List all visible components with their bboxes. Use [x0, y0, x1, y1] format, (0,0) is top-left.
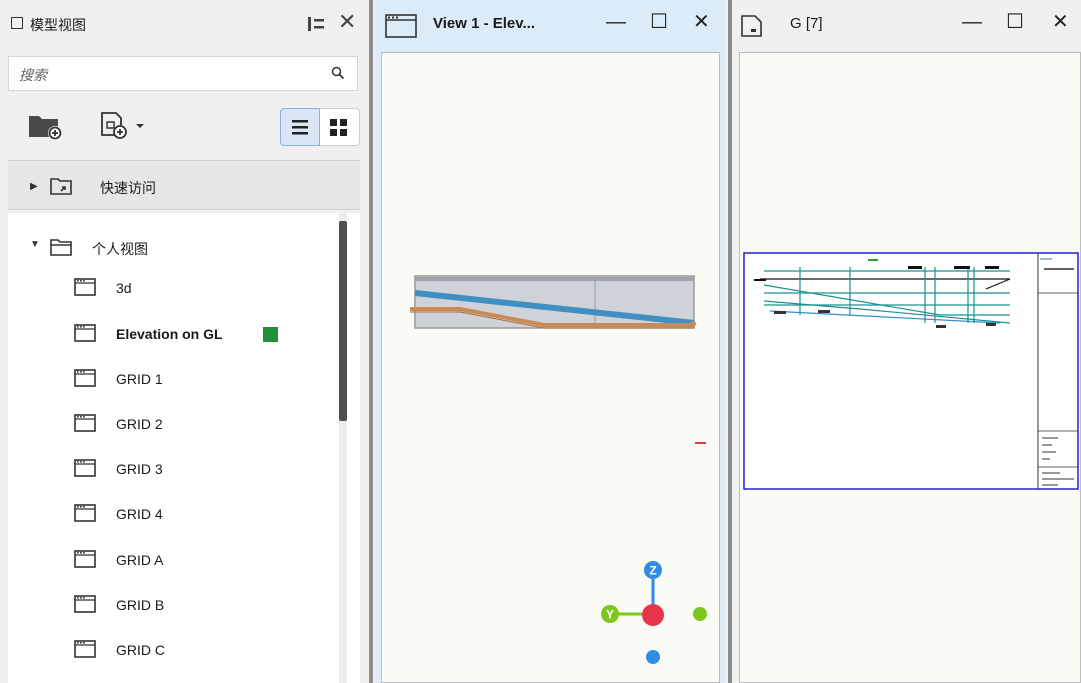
add-view-dropdown-icon[interactable] — [96, 110, 150, 140]
maximize-icon[interactable]: ☐ — [650, 11, 668, 33]
view-list-item[interactable]: GRID 4 — [8, 494, 338, 536]
view-list-item[interactable]: GRID B — [8, 585, 338, 627]
minimize-icon[interactable]: — — [962, 11, 982, 33]
list-icon — [292, 120, 308, 135]
grid-icon — [330, 119, 347, 136]
view-icon — [74, 324, 96, 342]
elevation-view-window[interactable]: View 1 - Elev... — ☐ ✕ Z Y — [375, 0, 726, 683]
close-icon[interactable]: ✕ — [1052, 11, 1069, 33]
y-negative-icon[interactable] — [693, 607, 707, 621]
view-icon — [74, 550, 96, 568]
view-icon — [74, 640, 96, 658]
view-window-icon — [385, 14, 417, 38]
model-views-panel: 模型视图 ✕ 搜索 ▶ 快速访问 ▼ 个人视图 3d Elevation on … — [0, 0, 366, 683]
grid-view-button[interactable] — [320, 108, 360, 146]
z-negative-icon[interactable] — [646, 650, 660, 664]
quick-access-row[interactable]: ▶ 快速访问 — [8, 160, 360, 210]
view2-title: G [7] — [790, 15, 823, 32]
z-axis-label: Z — [649, 564, 656, 578]
expand-caret-icon[interactable]: ▶ — [30, 181, 38, 192]
personal-views-label: 个人视图 — [92, 241, 148, 257]
view-list-item[interactable]: GRID 1 — [8, 359, 338, 401]
view-icon — [74, 278, 96, 296]
list-view-button[interactable] — [280, 108, 320, 146]
view1-titlebar[interactable]: View 1 - Elev... — ☐ ✕ — [375, 0, 726, 50]
scrollbar-thumb[interactable] — [339, 221, 347, 421]
axis-gizmo[interactable]: Z Y — [601, 561, 707, 664]
close-icon[interactable]: ✕ — [693, 11, 710, 33]
quick-access-label: 快速访问 — [100, 180, 156, 196]
view2-titlebar[interactable]: G [7] — ☐ ✕ — [734, 0, 1081, 50]
new-folder-icon[interactable] — [28, 112, 64, 140]
view-list-item[interactable]: Elevation on GL — [8, 314, 338, 356]
dock-icon[interactable] — [308, 17, 324, 31]
maximize-icon[interactable]: ☐ — [1006, 11, 1024, 33]
view-list-item-label: GRID 1 — [116, 371, 163, 387]
app-root: 模型视图 ✕ 搜索 ▶ 快速访问 ▼ 个人视图 3d Elevation on … — [0, 0, 1081, 683]
sheet-view-window[interactable]: G [7] — ☐ ✕ — [734, 0, 1081, 683]
view-list-item-label: GRID 2 — [116, 416, 163, 432]
view-list-item-label: GRID 3 — [116, 461, 163, 477]
views-tree: ▼ 个人视图 3d Elevation on GL GRID 1 GRID 2 GRID… — [8, 213, 360, 683]
elevation-model — [410, 275, 696, 329]
close-panel-icon[interactable]: ✕ — [338, 11, 356, 33]
panel-title: 模型视图 — [30, 17, 86, 33]
view-list-item[interactable]: GRID 3 — [8, 449, 338, 491]
view-list-item-label: GRID B — [116, 597, 165, 613]
personal-views-group[interactable]: ▼ 个人视图 — [8, 231, 338, 263]
view1-canvas[interactable]: Z Y — [381, 52, 720, 683]
panel-window-icon — [11, 17, 23, 29]
folder-icon — [50, 239, 72, 256]
y-axis-label: Y — [606, 608, 614, 622]
drawing-sheet — [743, 252, 1079, 490]
view-list-item-label: Elevation on GL — [116, 326, 223, 342]
panel-header: 模型视图 ✕ — [0, 0, 366, 46]
view-mode-toggle — [280, 108, 360, 146]
view-list-item-label: 3d — [116, 280, 132, 296]
active-view-indicator — [263, 327, 278, 342]
view-list-item-label: GRID 4 — [116, 506, 163, 522]
search-icon[interactable] — [331, 66, 345, 80]
view-list-item[interactable]: 3d — [8, 268, 338, 310]
x-axis-icon[interactable] — [642, 604, 664, 626]
sheet-icon — [741, 15, 762, 37]
view-list-item[interactable]: GRID A — [8, 540, 338, 582]
splitter-right[interactable] — [728, 0, 732, 683]
splitter-left[interactable] — [369, 0, 373, 683]
view-icon — [74, 414, 96, 432]
search-input[interactable]: 搜索 — [8, 56, 358, 91]
sheet-drawing — [743, 252, 1079, 490]
view2-canvas[interactable] — [739, 52, 1081, 683]
view-list-item[interactable]: GRID C — [8, 630, 338, 672]
minimize-icon[interactable]: — — [606, 11, 626, 33]
view-icon — [74, 459, 96, 477]
collapse-caret-icon[interactable]: ▼ — [30, 239, 40, 250]
view-list-item[interactable]: GRID 2 — [8, 404, 338, 446]
view-icon — [74, 504, 96, 522]
elevation-drawing: Z Y — [410, 275, 707, 664]
view-list-item-label: GRID C — [116, 642, 165, 658]
view-icon — [74, 369, 96, 387]
view-list-item-label: GRID A — [116, 552, 164, 568]
view-icon — [74, 595, 96, 613]
quick-access-folder-icon — [50, 178, 72, 195]
view1-title: View 1 - Elev... — [433, 15, 535, 32]
search-placeholder: 搜索 — [19, 67, 47, 83]
